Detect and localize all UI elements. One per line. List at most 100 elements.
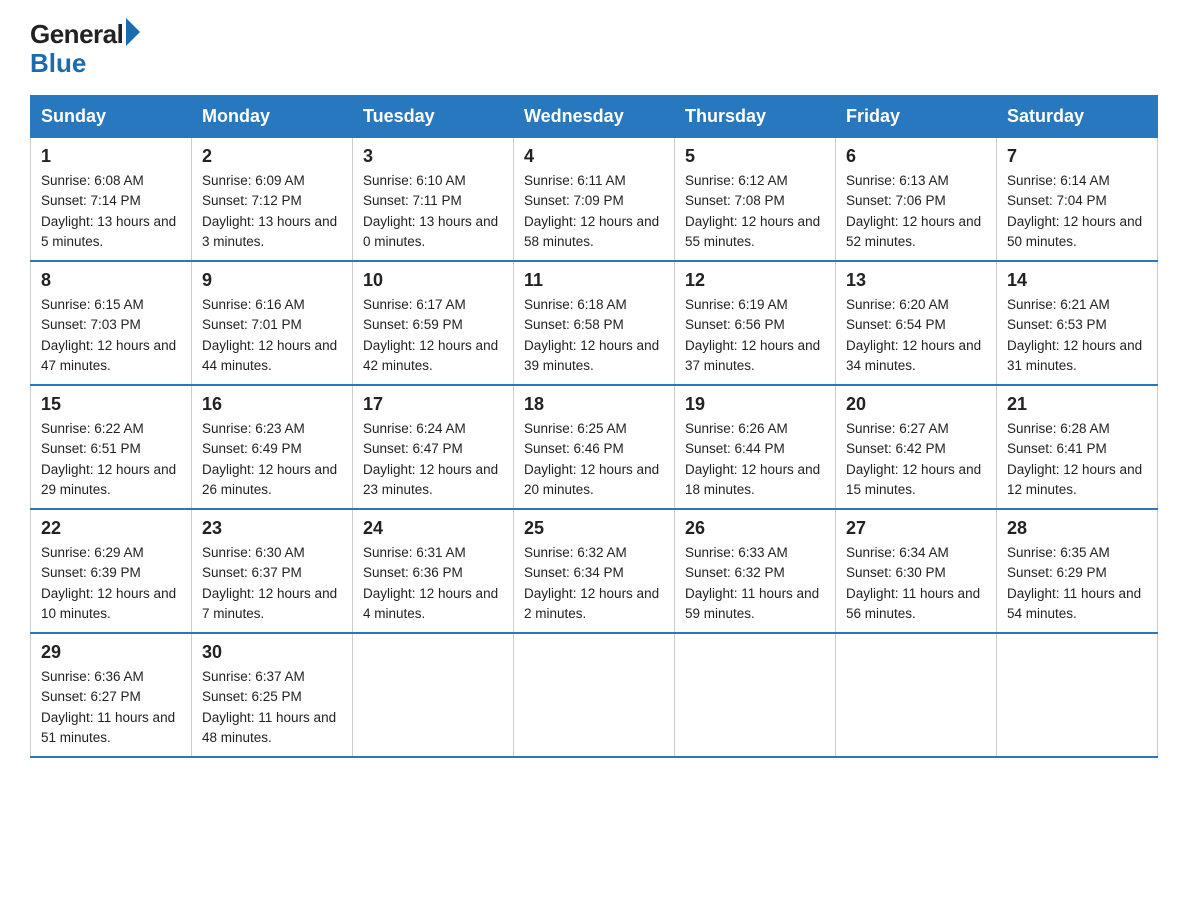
day-number: 20 [846, 394, 986, 415]
page-header: General Blue [30, 20, 1158, 77]
weekday-sunday: Sunday [31, 96, 192, 138]
day-info: Sunrise: 6:23 AMSunset: 6:49 PMDaylight:… [202, 419, 342, 500]
day-number: 4 [524, 146, 664, 167]
day-info: Sunrise: 6:10 AMSunset: 7:11 PMDaylight:… [363, 171, 503, 252]
calendar-cell [675, 633, 836, 757]
day-info: Sunrise: 6:32 AMSunset: 6:34 PMDaylight:… [524, 543, 664, 624]
calendar-cell: 29Sunrise: 6:36 AMSunset: 6:27 PMDayligh… [31, 633, 192, 757]
logo-text-general: General [30, 20, 123, 49]
calendar-cell: 23 Sunrise: 6:30 AMSunset: 6:37 PMDayligh… [192, 509, 353, 633]
day-info: Sunrise: 6:13 AMSunset: 7:06 PMDaylight:… [846, 171, 986, 252]
day-info: Sunrise: 6:36 AMSunset: 6:27 PMDaylight:… [41, 667, 181, 748]
day-info: Sunrise: 6:17 AMSunset: 6:59 PMDaylight:… [363, 295, 503, 376]
calendar-cell: 6 Sunrise: 6:13 AMSunset: 7:06 PMDaylight… [836, 138, 997, 262]
day-info: Sunrise: 6:34 AMSunset: 6:30 PMDaylight:… [846, 543, 986, 624]
day-info: Sunrise: 6:31 AMSunset: 6:36 PMDaylight:… [363, 543, 503, 624]
logo: General Blue [30, 20, 140, 77]
day-number: 30 [202, 642, 342, 663]
day-info: Sunrise: 6:19 AMSunset: 6:56 PMDaylight:… [685, 295, 825, 376]
day-info: Sunrise: 6:16 AMSunset: 7:01 PMDaylight:… [202, 295, 342, 376]
calendar-week-3: 15 Sunrise: 6:22 AMSunset: 6:51 PMDayligh… [31, 385, 1158, 509]
weekday-wednesday: Wednesday [514, 96, 675, 138]
day-number: 10 [363, 270, 503, 291]
day-info: Sunrise: 6:25 AMSunset: 6:46 PMDaylight:… [524, 419, 664, 500]
day-number: 15 [41, 394, 181, 415]
weekday-header-row: SundayMondayTuesdayWednesdayThursdayFrid… [31, 96, 1158, 138]
day-number: 13 [846, 270, 986, 291]
day-number: 2 [202, 146, 342, 167]
logo-text-blue: Blue [30, 49, 140, 78]
calendar-cell: 15 Sunrise: 6:22 AMSunset: 6:51 PMDayligh… [31, 385, 192, 509]
calendar-week-5: 29Sunrise: 6:36 AMSunset: 6:27 PMDayligh… [31, 633, 1158, 757]
day-info: Sunrise: 6:35 AMSunset: 6:29 PMDaylight:… [1007, 543, 1147, 624]
calendar-cell: 3Sunrise: 6:10 AMSunset: 7:11 PMDaylight… [353, 138, 514, 262]
day-number: 24 [363, 518, 503, 539]
day-number: 16 [202, 394, 342, 415]
day-info: Sunrise: 6:26 AMSunset: 6:44 PMDaylight:… [685, 419, 825, 500]
calendar-table: SundayMondayTuesdayWednesdayThursdayFrid… [30, 95, 1158, 758]
calendar-cell: 28Sunrise: 6:35 AMSunset: 6:29 PMDayligh… [997, 509, 1158, 633]
calendar-cell: 18 Sunrise: 6:25 AMSunset: 6:46 PMDayligh… [514, 385, 675, 509]
weekday-saturday: Saturday [997, 96, 1158, 138]
day-number: 17 [363, 394, 503, 415]
day-info: Sunrise: 6:28 AMSunset: 6:41 PMDaylight:… [1007, 419, 1147, 500]
day-info: Sunrise: 6:15 AMSunset: 7:03 PMDaylight:… [41, 295, 181, 376]
calendar-cell: 20 Sunrise: 6:27 AMSunset: 6:42 PMDayligh… [836, 385, 997, 509]
day-info: Sunrise: 6:11 AMSunset: 7:09 PMDaylight:… [524, 171, 664, 252]
calendar-header: SundayMondayTuesdayWednesdayThursdayFrid… [31, 96, 1158, 138]
day-number: 7 [1007, 146, 1147, 167]
calendar-cell: 14 Sunrise: 6:21 AMSunset: 6:53 PMDayligh… [997, 261, 1158, 385]
calendar-cell [997, 633, 1158, 757]
day-number: 18 [524, 394, 664, 415]
calendar-cell: 1 Sunrise: 6:08 AMSunset: 7:14 PMDaylight… [31, 138, 192, 262]
day-number: 9 [202, 270, 342, 291]
logo-arrow-icon [126, 18, 140, 46]
day-number: 14 [1007, 270, 1147, 291]
calendar-body: 1 Sunrise: 6:08 AMSunset: 7:14 PMDaylight… [31, 138, 1158, 758]
day-info: Sunrise: 6:29 AMSunset: 6:39 PMDaylight:… [41, 543, 181, 624]
calendar-cell: 21 Sunrise: 6:28 AMSunset: 6:41 PMDayligh… [997, 385, 1158, 509]
day-number: 26 [685, 518, 825, 539]
day-info: Sunrise: 6:21 AMSunset: 6:53 PMDaylight:… [1007, 295, 1147, 376]
calendar-cell: 7 Sunrise: 6:14 AMSunset: 7:04 PMDaylight… [997, 138, 1158, 262]
day-info: Sunrise: 6:09 AMSunset: 7:12 PMDaylight:… [202, 171, 342, 252]
calendar-cell: 24 Sunrise: 6:31 AMSunset: 6:36 PMDayligh… [353, 509, 514, 633]
day-number: 5 [685, 146, 825, 167]
calendar-cell: 17 Sunrise: 6:24 AMSunset: 6:47 PMDayligh… [353, 385, 514, 509]
calendar-week-1: 1 Sunrise: 6:08 AMSunset: 7:14 PMDaylight… [31, 138, 1158, 262]
day-number: 22 [41, 518, 181, 539]
day-number: 27 [846, 518, 986, 539]
day-info: Sunrise: 6:08 AMSunset: 7:14 PMDaylight:… [41, 171, 181, 252]
weekday-tuesday: Tuesday [353, 96, 514, 138]
day-info: Sunrise: 6:14 AMSunset: 7:04 PMDaylight:… [1007, 171, 1147, 252]
calendar-week-2: 8 Sunrise: 6:15 AMSunset: 7:03 PMDaylight… [31, 261, 1158, 385]
day-info: Sunrise: 6:27 AMSunset: 6:42 PMDaylight:… [846, 419, 986, 500]
calendar-cell [836, 633, 997, 757]
day-info: Sunrise: 6:30 AMSunset: 6:37 PMDaylight:… [202, 543, 342, 624]
calendar-cell: 16 Sunrise: 6:23 AMSunset: 6:49 PMDayligh… [192, 385, 353, 509]
day-info: Sunrise: 6:24 AMSunset: 6:47 PMDaylight:… [363, 419, 503, 500]
day-info: Sunrise: 6:18 AMSunset: 6:58 PMDaylight:… [524, 295, 664, 376]
day-number: 8 [41, 270, 181, 291]
calendar-cell: 2 Sunrise: 6:09 AMSunset: 7:12 PMDaylight… [192, 138, 353, 262]
calendar-cell: 8 Sunrise: 6:15 AMSunset: 7:03 PMDaylight… [31, 261, 192, 385]
day-number: 21 [1007, 394, 1147, 415]
calendar-cell: 27 Sunrise: 6:34 AMSunset: 6:30 PMDayligh… [836, 509, 997, 633]
calendar-cell: 9 Sunrise: 6:16 AMSunset: 7:01 PMDaylight… [192, 261, 353, 385]
day-info: Sunrise: 6:22 AMSunset: 6:51 PMDaylight:… [41, 419, 181, 500]
calendar-cell: 25Sunrise: 6:32 AMSunset: 6:34 PMDayligh… [514, 509, 675, 633]
calendar-cell: 10 Sunrise: 6:17 AMSunset: 6:59 PMDayligh… [353, 261, 514, 385]
day-info: Sunrise: 6:20 AMSunset: 6:54 PMDaylight:… [846, 295, 986, 376]
calendar-cell [514, 633, 675, 757]
day-number: 23 [202, 518, 342, 539]
calendar-cell: 30Sunrise: 6:37 AMSunset: 6:25 PMDayligh… [192, 633, 353, 757]
calendar-cell: 13 Sunrise: 6:20 AMSunset: 6:54 PMDayligh… [836, 261, 997, 385]
calendar-cell [353, 633, 514, 757]
calendar-cell: 22 Sunrise: 6:29 AMSunset: 6:39 PMDayligh… [31, 509, 192, 633]
calendar-cell: 11Sunrise: 6:18 AMSunset: 6:58 PMDayligh… [514, 261, 675, 385]
day-number: 1 [41, 146, 181, 167]
day-number: 19 [685, 394, 825, 415]
day-number: 6 [846, 146, 986, 167]
weekday-monday: Monday [192, 96, 353, 138]
day-number: 12 [685, 270, 825, 291]
